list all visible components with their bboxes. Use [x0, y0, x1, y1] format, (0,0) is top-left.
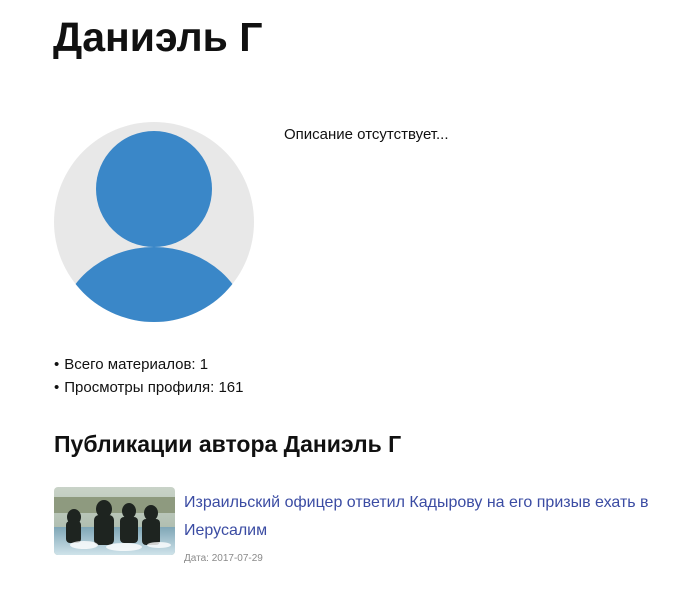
bullet: •: [54, 356, 60, 373]
publication-item: Израильский офицер ответил Кадырову на е…: [54, 487, 684, 567]
stat-materials-text: Всего материалов: 1: [64, 356, 209, 373]
user-avatar-icon: [54, 122, 254, 322]
profile-stats: • Всего материалов: 1 • Просмотры профиля:…: [54, 353, 243, 399]
stat-materials: • Всего материалов: 1: [54, 353, 243, 376]
publication-title-link[interactable]: Израильский офицер ответил Кадырову на е…: [184, 489, 684, 545]
profile-description: Описание отсутствует...: [284, 126, 449, 143]
stat-views-text: Просмотры профиля: 161: [64, 379, 244, 396]
publication-thumbnail[interactable]: [54, 487, 175, 555]
bullet: •: [54, 379, 60, 396]
page-title: Даниэль Г: [53, 14, 263, 60]
publication-date: Дата: 2017-07-29: [184, 553, 263, 564]
publications-heading: Публикации автора Даниэль Г: [54, 431, 402, 457]
stat-views: • Просмотры профиля: 161: [54, 376, 243, 399]
